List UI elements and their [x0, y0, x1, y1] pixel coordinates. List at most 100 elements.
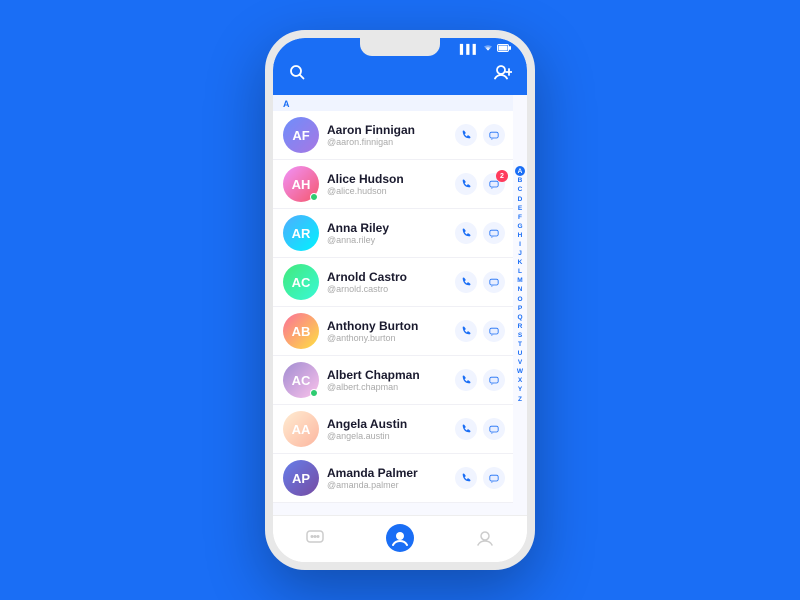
contact-name: Arnold Castro: [327, 270, 455, 284]
call-button[interactable]: [455, 369, 477, 391]
avatar: AF: [283, 117, 319, 153]
section-header-a: A: [273, 95, 513, 111]
contact-actions: 2: [455, 173, 505, 195]
alpha-letter-t[interactable]: T: [518, 340, 522, 349]
contact-info: Angela Austin@angela.austin: [327, 417, 455, 441]
message-button[interactable]: [483, 271, 505, 293]
avatar: AB: [283, 313, 319, 349]
alpha-letter-h[interactable]: H: [518, 231, 523, 240]
alpha-letter-l[interactable]: L: [518, 267, 522, 276]
alpha-letter-z[interactable]: Z: [518, 395, 522, 404]
alpha-letter-f[interactable]: F: [518, 213, 522, 222]
contact-info: Albert Chapman@albert.chapman: [327, 368, 455, 392]
contact-name: Anthony Burton: [327, 319, 455, 333]
contact-item[interactable]: AC Arnold Castro@arnold.castro: [273, 258, 513, 307]
avatar-image: AC: [283, 264, 319, 300]
contact-item[interactable]: AA Angela Austin@angela.austin: [273, 405, 513, 454]
alpha-letter-e[interactable]: E: [518, 204, 522, 213]
message-button[interactable]: [483, 467, 505, 489]
signal-icon: ▌▌▌: [460, 44, 479, 54]
contact-info: Aaron Finnigan@aaron.finnigan: [327, 123, 455, 147]
alpha-letter-s[interactable]: S: [518, 331, 522, 340]
contacts-nav[interactable]: [386, 524, 414, 552]
message-button[interactable]: [483, 369, 505, 391]
call-button[interactable]: [455, 173, 477, 195]
message-button[interactable]: [483, 418, 505, 440]
alpha-letter-d[interactable]: D: [518, 195, 523, 204]
message-button[interactable]: 2: [483, 173, 505, 195]
profile-nav-icon: [471, 524, 499, 552]
contact-handle: @aaron.finnigan: [327, 137, 455, 147]
alpha-letter-w[interactable]: W: [517, 367, 523, 376]
alpha-letter-c[interactable]: C: [518, 185, 523, 194]
messages-nav-icon: [301, 524, 329, 552]
alpha-letter-b[interactable]: B: [518, 176, 523, 185]
avatar-image: AP: [283, 460, 319, 496]
battery-icon: [497, 44, 511, 54]
avatar: AH: [283, 166, 319, 202]
message-button[interactable]: [483, 222, 505, 244]
alpha-letter-v[interactable]: V: [518, 358, 522, 367]
contact-item[interactable]: ACAlbert Chapman@albert.chapman: [273, 356, 513, 405]
alpha-letter-q[interactable]: Q: [517, 313, 522, 322]
contacts-nav-icon: [386, 524, 414, 552]
call-button[interactable]: [455, 418, 477, 440]
messages-nav[interactable]: [301, 524, 329, 552]
alpha-letter-n[interactable]: N: [518, 285, 523, 294]
call-button[interactable]: [455, 222, 477, 244]
status-icons: ▌▌▌: [460, 44, 511, 54]
contact-handle: @albert.chapman: [327, 382, 455, 392]
alpha-letter-g[interactable]: G: [517, 222, 522, 231]
contact-item[interactable]: APAmanda Palmer@amanda.palmer: [273, 454, 513, 503]
bottom-nav: [273, 515, 527, 562]
alpha-letter-j[interactable]: J: [518, 249, 522, 258]
alpha-letter-a[interactable]: A: [515, 166, 525, 176]
contact-item[interactable]: AR Anna Riley@anna.riley: [273, 209, 513, 258]
alpha-letter-i[interactable]: I: [519, 240, 521, 249]
message-button[interactable]: [483, 320, 505, 342]
alpha-letter-m[interactable]: M: [517, 276, 522, 285]
avatar-image: AR: [283, 215, 319, 251]
alpha-letter-r[interactable]: R: [518, 322, 523, 331]
contact-actions: [455, 271, 505, 293]
avatar-image: AB: [283, 313, 319, 349]
online-indicator: [310, 389, 318, 397]
profile-nav[interactable]: [471, 524, 499, 552]
contact-name: Aaron Finnigan: [327, 123, 455, 137]
contact-handle: @arnold.castro: [327, 284, 455, 294]
add-contact-button[interactable]: [491, 64, 515, 85]
contact-info: Arnold Castro@arnold.castro: [327, 270, 455, 294]
contact-actions: [455, 222, 505, 244]
alphabet-index: ABCDEFGHIJKLMNOPQRSTUVWXYZ: [513, 95, 527, 475]
contact-handle: @anna.riley: [327, 235, 455, 245]
contact-info: Anthony Burton@anthony.burton: [327, 319, 455, 343]
call-button[interactable]: [455, 271, 477, 293]
alpha-letter-x[interactable]: X: [518, 376, 522, 385]
contact-item[interactable]: AF Aaron Finnigan@aaron.finnigan: [273, 111, 513, 160]
call-button[interactable]: [455, 124, 477, 146]
avatar: AA: [283, 411, 319, 447]
contact-name: Amanda Palmer: [327, 466, 455, 480]
contact-item[interactable]: AB Anthony Burton@anthony.burton: [273, 307, 513, 356]
contact-info: Anna Riley@anna.riley: [327, 221, 455, 245]
alpha-letter-k[interactable]: K: [518, 258, 523, 267]
contact-actions: [455, 124, 505, 146]
avatar: AP: [283, 460, 319, 496]
alpha-letter-y[interactable]: Y: [518, 385, 522, 394]
content-area: AAFAaron Finnigan@aaron.finniganAHAlice …: [273, 95, 527, 515]
unread-badge: 2: [496, 170, 508, 182]
contact-info: Alice Hudson@alice.hudson: [327, 172, 455, 196]
alpha-letter-u[interactable]: U: [518, 349, 523, 358]
message-button[interactable]: [483, 124, 505, 146]
contact-list: AAFAaron Finnigan@aaron.finniganAHAlice …: [273, 95, 527, 515]
contact-item[interactable]: AH Alice Hudson@alice.hudson 2: [273, 160, 513, 209]
avatar-image: AA: [283, 411, 319, 447]
search-button[interactable]: [285, 64, 309, 85]
call-button[interactable]: [455, 467, 477, 489]
contact-actions: [455, 320, 505, 342]
call-button[interactable]: [455, 320, 477, 342]
contact-handle: @angela.austin: [327, 431, 455, 441]
avatar-image: AF: [283, 117, 319, 153]
alpha-letter-o[interactable]: O: [517, 295, 522, 304]
alpha-letter-p[interactable]: P: [518, 304, 522, 313]
